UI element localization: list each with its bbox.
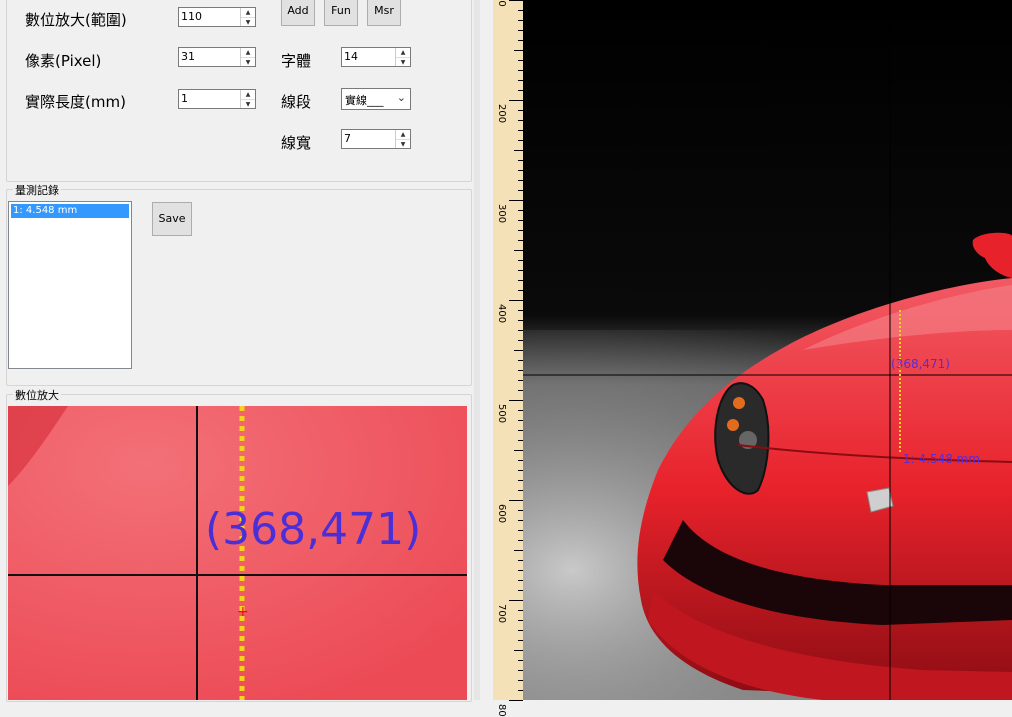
ruler-tick [514, 550, 523, 551]
stepper-arrows[interactable]: ▲ ▼ [240, 90, 255, 108]
ruler-tick [514, 450, 523, 451]
zoom-coord-label: (368,471) [205, 504, 422, 555]
pixel-stepper[interactable]: 31 ▲ ▼ [178, 47, 256, 67]
down-arrow-icon[interactable]: ▼ [396, 58, 410, 67]
stepper-arrows[interactable]: ▲ ▼ [240, 8, 255, 26]
ruler-tick [509, 0, 523, 1]
image-measure-label: 1: 4.548 mm [903, 452, 981, 466]
center-marker-icon: + [237, 604, 249, 620]
msr-button[interactable]: Msr [367, 0, 401, 26]
down-arrow-icon[interactable]: ▼ [396, 140, 410, 149]
ruler-label: 400 [496, 304, 507, 324]
font-label: 字體 [281, 52, 312, 70]
actual-length-label: 實際長度(mm) [25, 93, 126, 111]
splitter[interactable] [474, 0, 480, 700]
line-style-label: 線段 [281, 93, 312, 111]
control-panel: 數位放大(範圍) 110 ▲ ▼ Add Fun Msr 像素(Pixel) 31… [0, 0, 480, 702]
line-style-select[interactable]: 實線___ ⌄ [341, 88, 411, 110]
ruler-tick [509, 100, 523, 101]
ruler-tick [509, 400, 523, 401]
image-canvas[interactable]: (368,471) 1: 4.548 mm [523, 0, 1012, 700]
fun-button[interactable]: Fun [324, 0, 358, 26]
font-size-value: 14 [344, 50, 358, 63]
ruler-tick [514, 350, 523, 351]
up-arrow-icon[interactable]: ▲ [241, 8, 255, 18]
zoom-preview[interactable]: + (368,471) [8, 406, 467, 700]
ruler-tick [514, 250, 523, 251]
ruler-tick [514, 50, 523, 51]
chevron-down-icon[interactable]: ⌄ [397, 91, 406, 104]
ruler-tick [514, 150, 523, 151]
ruler-tick [509, 300, 523, 301]
up-arrow-icon[interactable]: ▲ [396, 130, 410, 140]
ruler-label: 200 [496, 104, 507, 124]
add-button[interactable]: Add [281, 0, 315, 26]
ruler-label: 80 [496, 704, 507, 717]
up-arrow-icon[interactable]: ▲ [241, 48, 255, 58]
zoom-range-value: 110 [181, 10, 202, 23]
ruler-tick [509, 200, 523, 201]
save-button[interactable]: Save [152, 202, 192, 236]
car-image [523, 0, 1012, 700]
list-item[interactable]: 1: 4.548 mm [11, 204, 129, 218]
vertical-ruler: 00 200 300 400 500 600 700 80 [493, 0, 524, 717]
records-list[interactable]: 1: 4.548 mm [8, 201, 132, 369]
actual-length-value: 1 [181, 92, 188, 105]
ruler-tick [514, 650, 523, 651]
down-arrow-icon[interactable]: ▼ [241, 18, 255, 27]
line-width-label: 線寬 [281, 134, 312, 152]
ruler-label: 500 [496, 404, 507, 424]
ruler-tick [509, 600, 523, 601]
line-style-value: 實線___ [345, 94, 384, 107]
line-width-stepper[interactable]: 7 ▲ ▼ [341, 129, 411, 149]
font-size-stepper[interactable]: 14 ▲ ▼ [341, 47, 411, 67]
zoom-range-label: 數位放大(範圍) [25, 11, 127, 29]
stepper-arrows[interactable]: ▲ ▼ [240, 48, 255, 66]
zoom-group-title: 數位放大 [13, 387, 61, 403]
up-arrow-icon[interactable]: ▲ [241, 90, 255, 100]
down-arrow-icon[interactable]: ▼ [241, 58, 255, 67]
up-arrow-icon[interactable]: ▲ [396, 48, 410, 58]
ruler-tick [509, 500, 523, 501]
image-coord-label: (368,471) [891, 357, 950, 371]
actual-length-stepper[interactable]: 1 ▲ ▼ [178, 89, 256, 109]
pixel-value: 31 [181, 50, 195, 63]
pixel-label: 像素(Pixel) [25, 52, 102, 70]
ruler-label: 300 [496, 204, 507, 224]
ruler-label: 600 [496, 504, 507, 524]
ruler-label: 00 [496, 0, 507, 7]
ruler-tick [509, 700, 523, 701]
line-width-value: 7 [344, 132, 351, 145]
records-group-title: 量測記錄 [13, 182, 61, 198]
stepper-arrows[interactable]: ▲ ▼ [395, 48, 410, 66]
zoom-range-stepper[interactable]: 110 ▲ ▼ [178, 7, 256, 27]
down-arrow-icon[interactable]: ▼ [241, 100, 255, 109]
stepper-arrows[interactable]: ▲ ▼ [395, 130, 410, 148]
ruler-label: 700 [496, 604, 507, 624]
